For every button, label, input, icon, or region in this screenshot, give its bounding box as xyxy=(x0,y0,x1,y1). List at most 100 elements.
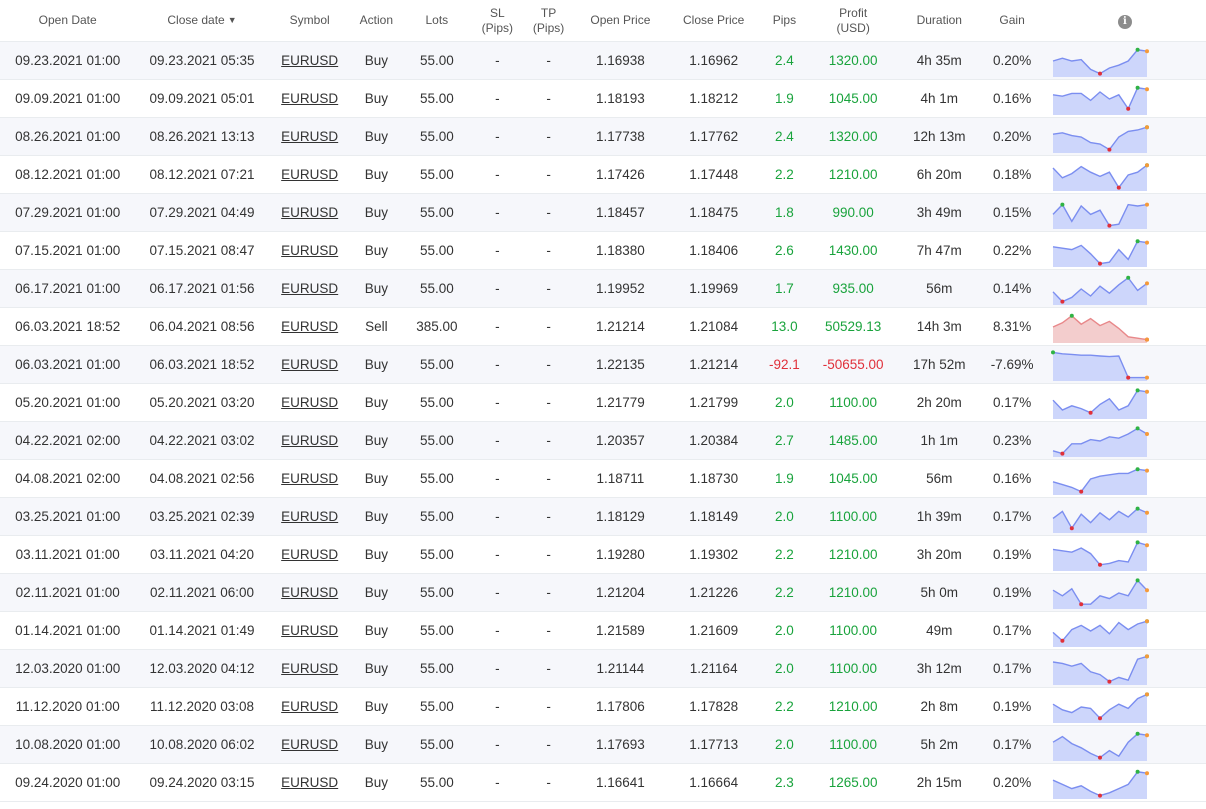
close-price-cell-text: 1.21609 xyxy=(689,623,739,638)
table-row[interactable]: 09.24.2020 01:00 09.24.2020 03:15 EURUSD Bu… xyxy=(0,763,1206,802)
header-symbol[interactable]: Symbol xyxy=(268,0,351,42)
sparkline-chart xyxy=(1052,466,1149,495)
symbol-link-text[interactable]: EURUSD xyxy=(281,547,338,562)
symbol-link[interactable]: EURUSD xyxy=(268,269,351,308)
header-open-price[interactable]: Open Price xyxy=(574,0,667,42)
header-duration[interactable]: Duration xyxy=(898,0,981,42)
table-row[interactable]: 06.03.2021 01:00 06.03.2021 18:52 EURUSD Bu… xyxy=(0,345,1206,384)
table-row[interactable]: 09.09.2021 01:00 09.09.2021 05:01 EURUSD Bu… xyxy=(0,79,1206,118)
symbol-link[interactable]: EURUSD xyxy=(268,459,351,498)
symbol-link-text[interactable]: EURUSD xyxy=(281,281,338,296)
table-row[interactable]: 11.12.2020 01:00 11.12.2020 03:08 EURUSD Bu… xyxy=(0,687,1206,726)
symbol-link[interactable]: EURUSD xyxy=(268,231,351,270)
symbol-link-text[interactable]: EURUSD xyxy=(281,91,338,106)
table-row[interactable]: 06.03.2021 18:52 06.04.2021 08:56 EURUSD Se… xyxy=(0,307,1206,346)
symbol-link-text[interactable]: EURUSD xyxy=(281,471,338,486)
header-close-price[interactable]: Close Price xyxy=(666,0,761,42)
action-cell: Buy xyxy=(350,687,402,726)
symbol-link[interactable]: EURUSD xyxy=(268,649,351,688)
header-sl[interactable]: SL (Pips) xyxy=(471,0,523,42)
lots-cell-text: 55.00 xyxy=(419,661,454,676)
symbol-link-text[interactable]: EURUSD xyxy=(281,243,338,258)
symbol-link-text[interactable]: EURUSD xyxy=(281,509,338,524)
pips-cell-text: -92.1 xyxy=(769,357,800,372)
symbol-link[interactable]: EURUSD xyxy=(268,687,351,726)
symbol-link-text[interactable]: EURUSD xyxy=(281,53,338,68)
table-row[interactable]: 06.17.2021 01:00 06.17.2021 01:56 EURUSD Bu… xyxy=(0,269,1206,308)
pips-cell: 13.0 xyxy=(760,307,809,346)
symbol-link-text[interactable]: EURUSD xyxy=(281,699,338,714)
gain-cell: 0.16% xyxy=(980,79,1044,118)
symbol-link[interactable]: EURUSD xyxy=(268,763,351,802)
table-row[interactable]: 02.11.2021 01:00 02.11.2021 06:00 EURUSD Bu… xyxy=(0,573,1206,612)
open-price-cell-text: 1.22135 xyxy=(595,357,645,372)
header-close-date[interactable]: Close date ▼ xyxy=(135,0,269,42)
table-row[interactable]: 07.15.2021 01:00 07.15.2021 08:47 EURUSD Bu… xyxy=(0,231,1206,270)
table-row[interactable]: 08.12.2021 01:00 08.12.2021 07:21 EURUSD Bu… xyxy=(0,155,1206,194)
sl-cell-text: - xyxy=(495,775,500,790)
symbol-link[interactable]: EURUSD xyxy=(268,193,351,232)
symbol-link-text[interactable]: EURUSD xyxy=(281,737,338,752)
table-row[interactable]: 03.25.2021 01:00 03.25.2021 02:39 EURUSD Bu… xyxy=(0,497,1206,536)
sl-cell-text: - xyxy=(495,661,500,676)
symbol-link[interactable]: EURUSD xyxy=(268,307,351,346)
header-action[interactable]: Action xyxy=(350,0,402,42)
header-lots[interactable]: Lots xyxy=(401,0,472,42)
table-row[interactable]: 05.20.2021 01:00 05.20.2021 03:20 EURUSD Bu… xyxy=(0,383,1206,422)
symbol-link[interactable]: EURUSD xyxy=(268,421,351,460)
symbol-link-text[interactable]: EURUSD xyxy=(281,167,338,182)
tp-cell: - xyxy=(522,79,575,118)
symbol-link-text[interactable]: EURUSD xyxy=(281,775,338,790)
symbol-link[interactable]: EURUSD xyxy=(268,611,351,650)
open-price-cell: 1.22135 xyxy=(574,345,667,384)
symbol-link[interactable]: EURUSD xyxy=(268,573,351,612)
header-open-date[interactable]: Open Date xyxy=(0,0,136,42)
symbol-link-text[interactable]: EURUSD xyxy=(281,129,338,144)
tp-cell: - xyxy=(522,649,575,688)
symbol-link-text[interactable]: EURUSD xyxy=(281,623,338,638)
sl-cell: - xyxy=(471,41,523,80)
table-row[interactable]: 10.08.2020 01:00 10.08.2020 06:02 EURUSD Bu… xyxy=(0,725,1206,764)
table-row[interactable]: 07.29.2021 01:00 07.29.2021 04:49 EURUSD Bu… xyxy=(0,193,1206,232)
open-date-cell-text: 07.29.2021 01:00 xyxy=(15,205,121,220)
symbol-link[interactable]: EURUSD xyxy=(268,41,351,80)
symbol-link-text[interactable]: EURUSD xyxy=(281,661,338,676)
symbol-link-text[interactable]: EURUSD xyxy=(281,357,338,372)
symbol-link[interactable]: EURUSD xyxy=(268,79,351,118)
symbol-link[interactable]: EURUSD xyxy=(268,117,351,156)
open-date-cell: 07.15.2021 01:00 xyxy=(0,231,136,270)
header-profit[interactable]: Profit (USD) xyxy=(808,0,899,42)
header-pips[interactable]: Pips xyxy=(760,0,809,42)
sparkline-cell xyxy=(1043,421,1206,460)
close-price-cell: 1.16962 xyxy=(666,41,761,80)
sparkline-last-marker xyxy=(1144,618,1149,623)
table-row[interactable]: 03.11.2021 01:00 03.11.2021 04:20 EURUSD Bu… xyxy=(0,535,1206,574)
symbol-link-text[interactable]: EURUSD xyxy=(281,585,338,600)
symbol-link-text[interactable]: EURUSD xyxy=(281,395,338,410)
table-row[interactable]: 04.08.2021 02:00 04.08.2021 02:56 EURUSD Bu… xyxy=(0,459,1206,498)
info-icon[interactable]: i xyxy=(1117,14,1132,29)
symbol-link-text[interactable]: EURUSD xyxy=(281,433,338,448)
symbol-link-text[interactable]: EURUSD xyxy=(281,205,338,220)
duration-cell: 4h 35m xyxy=(898,41,981,80)
sparkline-last-marker xyxy=(1144,653,1149,658)
header-tp[interactable]: TP (Pips) xyxy=(522,0,575,42)
symbol-link[interactable]: EURUSD xyxy=(268,345,351,384)
symbol-link[interactable]: EURUSD xyxy=(268,535,351,574)
action-cell-text: Buy xyxy=(364,395,388,410)
symbol-link[interactable]: EURUSD xyxy=(268,725,351,764)
table-row[interactable]: 12.03.2020 01:00 12.03.2020 04:12 EURUSD Bu… xyxy=(0,649,1206,688)
open-price-cell: 1.21144 xyxy=(574,649,667,688)
symbol-link-text[interactable]: EURUSD xyxy=(281,319,338,334)
lots-cell: 55.00 xyxy=(401,535,472,574)
symbol-link[interactable]: EURUSD xyxy=(268,383,351,422)
table-row[interactable]: 01.14.2021 01:00 01.14.2021 01:49 EURUSD Bu… xyxy=(0,611,1206,650)
symbol-link[interactable]: EURUSD xyxy=(268,497,351,536)
table-row[interactable]: 04.22.2021 02:00 04.22.2021 03:02 EURUSD Bu… xyxy=(0,421,1206,460)
header-gain[interactable]: Gain xyxy=(980,0,1044,42)
table-row[interactable]: 09.23.2021 01:00 09.23.2021 05:35 EURUSD Bu… xyxy=(0,41,1206,80)
sparkline-high-marker xyxy=(1060,202,1065,207)
symbol-link[interactable]: EURUSD xyxy=(268,155,351,194)
table-row[interactable]: 08.26.2021 01:00 08.26.2021 13:13 EURUSD Bu… xyxy=(0,117,1206,156)
pips-cell-text: 1.9 xyxy=(775,471,794,486)
